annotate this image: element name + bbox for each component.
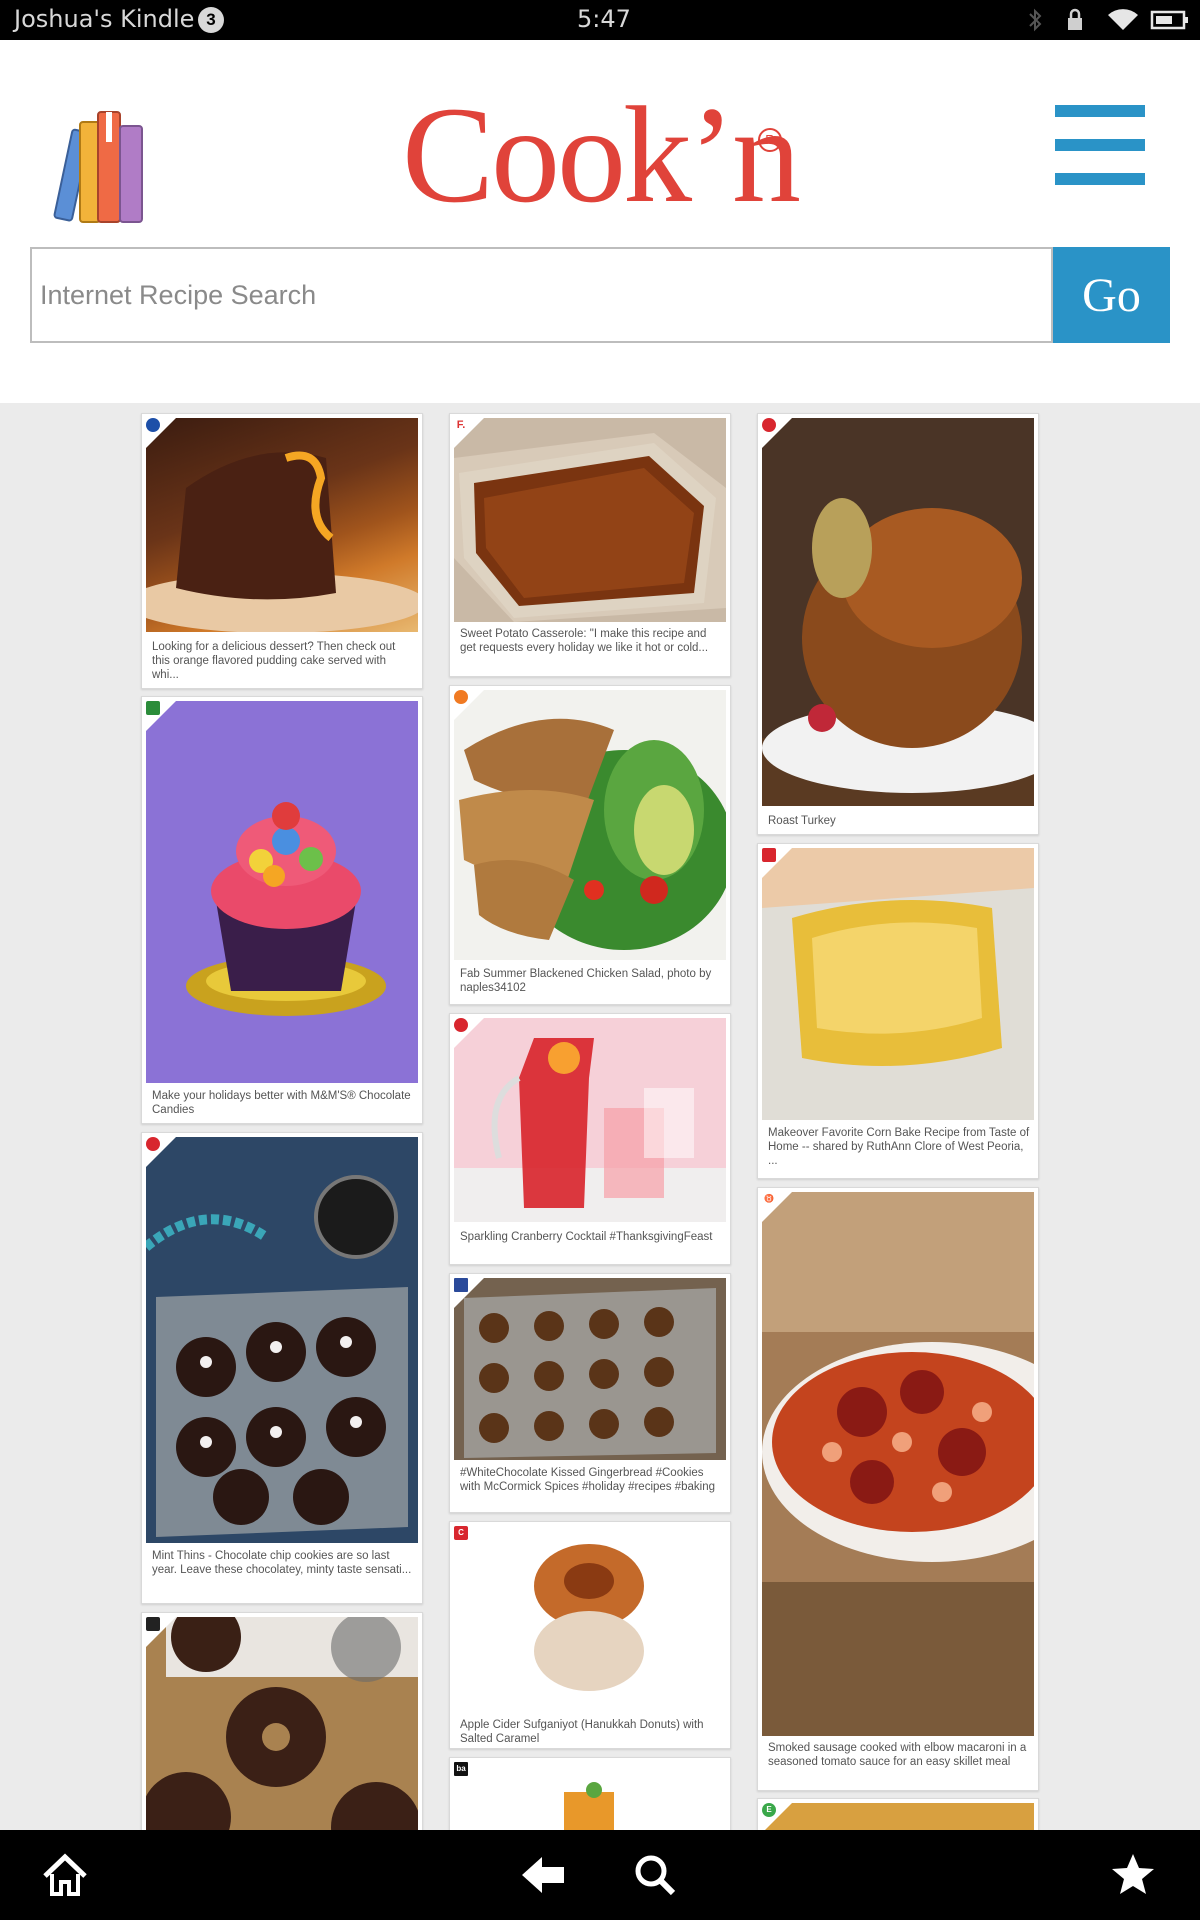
recipe-feed: Looking for a delicious dessert? Then ch… <box>0 403 1200 1830</box>
sweet-potato-casserole-photo <box>454 418 726 622</box>
source-red-icon <box>762 418 776 432</box>
card-caption: Sparkling Cranberry Cocktail #Thanksgivi… <box>460 1231 713 1243</box>
pudding-cake-photo <box>146 418 418 632</box>
bottom-navigation-bar <box>0 1830 1200 1920</box>
recipe-card[interactable]: Fab Summer Blackened Chicken Salad, phot… <box>449 685 731 1005</box>
source-taste-of-home-icon <box>762 848 776 862</box>
battery-icon <box>1150 10 1188 30</box>
card-caption: #WhiteChocolate Kissed Gingerbread #Cook… <box>460 1467 716 1493</box>
source-e-icon: E <box>762 1803 776 1817</box>
card-caption: Mint Thins - Chocolate chip cookies are … <box>152 1550 412 1576</box>
recipe-card[interactable]: ♉ Smoked sausage cooked with elbow macar… <box>757 1187 1039 1791</box>
go-button[interactable]: Go <box>1053 247 1170 343</box>
notification-badge[interactable]: 3 <box>198 7 224 33</box>
recipe-card[interactable]: Looking for a delicious dessert? Then ch… <box>141 413 423 689</box>
source-c-icon: C <box>454 1526 468 1540</box>
card-caption: Fab Summer Blackened Chicken Salad, phot… <box>460 968 712 994</box>
roast-turkey-photo <box>762 418 1034 806</box>
recipe-search-input[interactable] <box>32 249 1051 341</box>
mint-thins-photo <box>146 1137 418 1543</box>
source-gt-icon <box>454 690 468 704</box>
source-betty-crocker-icon <box>454 1018 468 1032</box>
cupcake-photo <box>146 701 418 1083</box>
books-icon[interactable] <box>50 100 150 230</box>
card-caption: Smoked sausage cooked with elbow macaron… <box>768 1742 1027 1768</box>
card-caption: Sweet Potato Casserole: "I make this rec… <box>460 628 709 654</box>
lock-icon <box>1068 8 1082 30</box>
sausage-macaroni-photo <box>762 1192 1034 1736</box>
sufganiyot-photo <box>454 1526 726 1704</box>
search-box <box>30 247 1053 343</box>
recipe-card[interactable]: Roast Turkey <box>757 413 1039 835</box>
source-food-icon: F. <box>456 419 466 431</box>
recipe-card[interactable]: Mint Thins - Chocolate chip cookies are … <box>141 1132 423 1604</box>
donuts-photo <box>146 1617 418 1830</box>
iced-tea-photo <box>454 1762 726 1830</box>
favorites-star-icon[interactable] <box>1110 1852 1156 1896</box>
recipe-card[interactable]: C Apple Cider Sufganiyot (Hanukkah Donut… <box>449 1521 731 1749</box>
corn-bake-photo <box>762 848 1034 1120</box>
card-caption: Roast Turkey <box>768 815 836 827</box>
recipe-card[interactable]: Sparkling Cranberry Cocktail #Thanksgivi… <box>449 1013 731 1265</box>
card-caption: Looking for a delicious dessert? Then ch… <box>152 641 396 681</box>
source-epicurious-icon <box>146 701 160 715</box>
cookn-logo: Cook’n <box>402 78 801 231</box>
source-flag-icon <box>454 1278 468 1292</box>
food-photo <box>762 1803 1034 1830</box>
app-header: Cook’n R Go <box>0 40 1200 403</box>
source-hillshire-icon: ♉ <box>764 1194 774 1203</box>
source-pinch-icon <box>146 1617 160 1631</box>
bluetooth-icon <box>1029 8 1042 32</box>
search-icon[interactable] <box>633 1853 677 1897</box>
recipe-card[interactable]: E <box>757 1798 1039 1830</box>
source-pillsbury-icon <box>146 418 160 432</box>
home-icon[interactable] <box>40 1852 90 1898</box>
status-bar: Joshua's Kindle 3 5:47 <box>0 0 1200 40</box>
gingerbread-cookies-photo <box>454 1278 726 1460</box>
recipe-card[interactable]: F. Sweet Potato Casserole: "I make this … <box>449 413 731 677</box>
wifi-icon <box>1108 9 1138 30</box>
card-caption: Apple Cider Sufganiyot (Hanukkah Donuts)… <box>460 1719 704 1745</box>
source-ba-icon: ba <box>454 1762 468 1776</box>
registered-mark: R <box>758 128 782 152</box>
card-caption: Makeover Favorite Corn Bake Recipe from … <box>768 1127 1030 1167</box>
recipe-card[interactable] <box>141 1612 423 1830</box>
device-name: Joshua's Kindle <box>14 5 195 33</box>
clock: 5:47 <box>577 5 631 33</box>
recipe-card[interactable]: ba <box>449 1757 731 1830</box>
recipe-card[interactable]: Make your holidays better with M&M'S® Ch… <box>141 696 423 1124</box>
hamburger-menu-icon[interactable] <box>1055 105 1145 185</box>
source-kraft-icon <box>146 1137 160 1151</box>
system-icons <box>1026 6 1188 34</box>
cranberry-cocktail-photo <box>454 1018 726 1222</box>
chicken-salad-photo <box>454 690 726 960</box>
card-caption: Make your holidays better with M&M'S® Ch… <box>152 1090 411 1116</box>
recipe-card[interactable]: #WhiteChocolate Kissed Gingerbread #Cook… <box>449 1273 731 1513</box>
back-icon[interactable] <box>520 1853 568 1897</box>
recipe-card[interactable]: Makeover Favorite Corn Bake Recipe from … <box>757 843 1039 1179</box>
